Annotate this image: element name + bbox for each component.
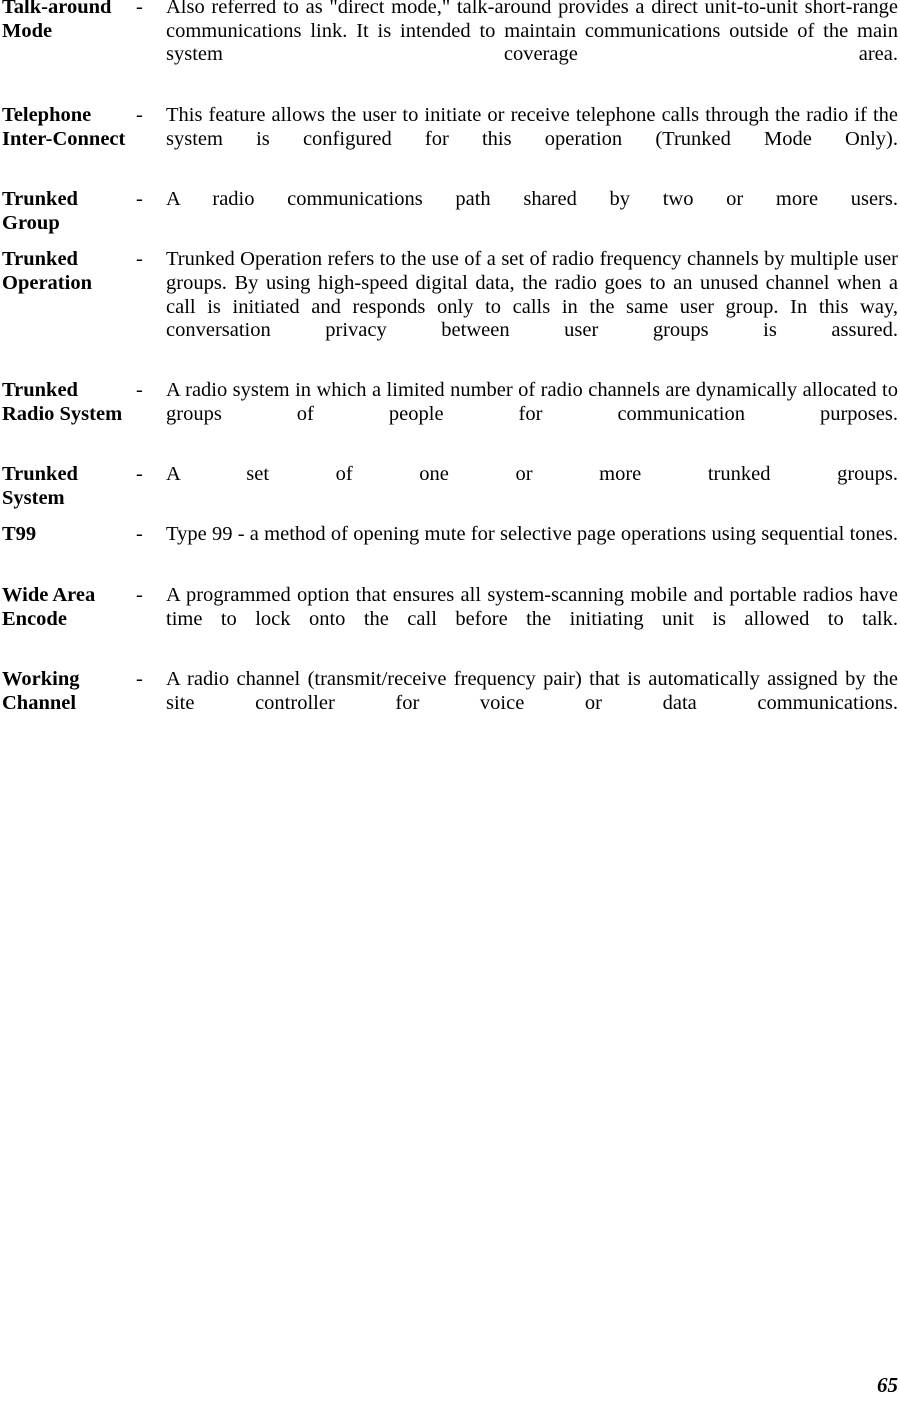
glossary-description: A radio communications path shared by tw… [166,188,898,211]
glossary-entry: T99 - Type 99 - a method of opening mute… [0,523,900,570]
glossary-description: A set of one or more trunked groups. [166,463,898,486]
glossary-term: Trunked Group [2,188,78,234]
glossary-separator: - [136,0,143,18]
glossary-separator: - [136,668,143,691]
glossary-term: Trunked Operation [2,248,92,294]
glossary-separator: - [136,584,143,607]
glossary-separator: - [136,188,143,211]
page-number: 65 [877,1373,898,1397]
glossary-term: T99 [2,523,37,546]
glossary-definition-list: Talk-around Mode - Also referred to as "… [0,0,900,739]
glossary-entry: Trunked System - A set of one or more tr… [0,463,900,510]
glossary-separator: - [136,379,143,402]
glossary-term: Trunked Radio System [2,379,123,425]
glossary-separator: - [136,523,143,546]
glossary-term: Working Channel [2,668,80,714]
glossary-description: A radio channel (transmit/receive freque… [166,668,898,714]
glossary-entry: Working Channel - A radio channel (trans… [0,668,900,739]
glossary-description: Trunked Operation refers to the use of a… [166,248,898,342]
glossary-entry: Trunked Group - A radio communications p… [0,188,900,235]
glossary-entry: Telephone Inter-Connect - This feature a… [0,104,900,175]
glossary-entry: Wide Area Encode - A programmed option t… [0,584,900,655]
glossary-entry: Trunked Operation - Trunked Operation re… [0,248,900,366]
glossary-separator: - [136,463,143,486]
glossary-term: Telephone Inter-Connect [2,104,126,150]
glossary-entry: Trunked Radio System - A radio system in… [0,379,900,450]
glossary-entry: Talk-around Mode - Also referred to as "… [0,0,900,90]
glossary-description: Also referred to as "direct mode," talk-… [166,0,898,66]
glossary-term: Talk-around Mode [2,0,112,42]
document-page: Talk-around Mode - Also referred to as "… [0,0,900,1403]
glossary-term: Wide Area Encode [2,584,96,631]
glossary-term: Trunked System [2,463,78,509]
glossary-description: Type 99 - a method of opening mute for s… [166,523,898,546]
glossary-description: This feature allows the user to initiate… [166,104,898,150]
glossary-separator: - [136,248,143,271]
glossary-separator: - [136,104,143,127]
glossary-description: A programmed option that ensures all sys… [166,584,898,631]
glossary-description: A radio system in which a limited number… [166,379,898,425]
